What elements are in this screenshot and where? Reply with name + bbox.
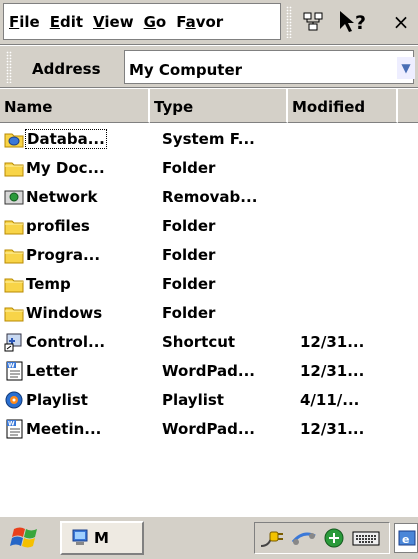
- file-row[interactable]: Control... Shortcut 12/31...: [0, 327, 418, 356]
- file-name: Playlist: [26, 390, 88, 409]
- file-row[interactable]: My Doc... Folder: [0, 153, 418, 182]
- file-row[interactable]: Databa... System F...: [0, 124, 418, 153]
- help-icon[interactable]: ?: [334, 7, 374, 37]
- column-header-modified[interactable]: Modified: [288, 89, 398, 123]
- file-row[interactable]: profiles Folder: [0, 211, 418, 240]
- file-type-cell: Shortcut: [162, 332, 236, 351]
- folder-icon: [4, 245, 24, 265]
- file-name: profiles: [26, 216, 90, 235]
- address-input[interactable]: My Computer ▼: [124, 50, 415, 84]
- windows-logo-icon: [10, 527, 37, 548]
- file-row[interactable]: Temp Folder: [0, 269, 418, 298]
- folder-icon: [4, 303, 24, 323]
- file-name-cell: Control...: [0, 332, 150, 352]
- toolbar-grip[interactable]: [286, 6, 292, 38]
- file-row[interactable]: W Meetin... WordPad... 12/31...: [0, 414, 418, 443]
- taskbar: M e: [0, 515, 418, 559]
- folder-icon: [4, 274, 24, 294]
- file-type-cell: Folder: [162, 216, 216, 235]
- menu-file[interactable]: File: [4, 13, 45, 31]
- menu-go[interactable]: Go: [139, 13, 172, 31]
- file-type-cell: Removab...: [162, 187, 258, 206]
- sync-icon[interactable]: [321, 526, 347, 550]
- file-name-cell: Windows: [0, 303, 150, 323]
- column-header-row: Name Type Modified: [0, 89, 418, 123]
- folder-icon: [4, 158, 24, 178]
- power-plug-icon[interactable]: [259, 526, 287, 550]
- menu-edit[interactable]: Edit: [45, 13, 88, 31]
- svg-text:?: ?: [355, 12, 366, 34]
- file-name: Meetin...: [26, 419, 102, 438]
- file-type-cell: Folder: [162, 303, 216, 322]
- file-name: Network: [26, 187, 98, 206]
- column-header-type[interactable]: Type: [150, 89, 288, 123]
- file-type-cell: Folder: [162, 245, 216, 264]
- my-computer-icon: [72, 529, 88, 545]
- taskbar-window-button[interactable]: M: [60, 521, 144, 555]
- file-type-cell: WordPad...: [162, 419, 255, 438]
- svg-text:W: W: [8, 420, 15, 427]
- address-label: Address: [32, 60, 101, 78]
- menu-list: File Edit View Go Favor: [3, 3, 281, 40]
- address-bar: Address My Computer ▼: [0, 46, 418, 88]
- taskbar-window-label: M: [94, 529, 109, 547]
- file-name-cell: Network: [0, 187, 150, 207]
- file-name-cell: W Meetin...: [0, 419, 150, 439]
- network-drive-icon: [4, 187, 24, 207]
- file-row[interactable]: Playlist Playlist 4/11/...: [0, 385, 418, 414]
- file-list: Databa... System F... My Doc... Folder Netwo…: [0, 124, 418, 443]
- file-row[interactable]: Progra... Folder: [0, 240, 418, 269]
- menu-bar: File Edit View Go Favor ? ×: [0, 0, 418, 45]
- file-name: Letter: [26, 361, 78, 380]
- svg-text:W: W: [8, 362, 15, 369]
- column-header-filler: [398, 89, 418, 123]
- file-name: Temp: [26, 274, 71, 293]
- file-name-cell: profiles: [0, 216, 150, 236]
- close-button[interactable]: ×: [384, 7, 418, 37]
- wordpad-document-icon: W: [4, 361, 24, 381]
- network-icon[interactable]: [296, 7, 330, 37]
- file-name-cell: My Doc...: [0, 158, 150, 178]
- file-type-cell: Playlist: [162, 390, 224, 409]
- file-row[interactable]: W Letter WordPad... 12/31...: [0, 356, 418, 385]
- start-button[interactable]: [4, 522, 50, 554]
- file-row[interactable]: Windows Folder: [0, 298, 418, 327]
- file-modified-cell: 12/31...: [300, 419, 365, 438]
- folder-icon: [4, 216, 24, 236]
- file-name-cell: Databa...: [0, 128, 150, 149]
- database-folder-icon: [4, 129, 24, 149]
- svg-text:e: e: [402, 533, 409, 546]
- file-name-cell: Progra...: [0, 245, 150, 265]
- desktop-icon[interactable]: e: [394, 523, 418, 553]
- file-modified-cell: 4/11/...: [300, 390, 360, 409]
- file-name: Progra...: [26, 245, 101, 264]
- file-modified-cell: 12/31...: [300, 361, 365, 380]
- connectivity-icon[interactable]: [291, 526, 317, 550]
- system-tray: [254, 522, 390, 554]
- chevron-down-icon[interactable]: ▼: [397, 57, 415, 79]
- file-name: My Doc...: [26, 158, 105, 177]
- column-header-name[interactable]: Name: [0, 89, 150, 123]
- menu-favorites[interactable]: Favor: [171, 13, 228, 31]
- file-name-cell: Playlist: [0, 390, 150, 410]
- file-type-cell: WordPad...: [162, 361, 255, 380]
- file-name: Databa...: [25, 128, 107, 149]
- addressbar-grip[interactable]: [6, 51, 12, 83]
- wordpad-document-icon: W: [4, 419, 24, 439]
- file-type-cell: Folder: [162, 274, 216, 293]
- playlist-icon: [4, 390, 24, 410]
- file-name-cell: W Letter: [0, 361, 150, 381]
- address-value: My Computer: [129, 61, 243, 79]
- keyboard-icon[interactable]: [351, 526, 381, 550]
- file-row[interactable]: Network Removab...: [0, 182, 418, 211]
- file-name: Control...: [26, 332, 106, 351]
- menu-view[interactable]: View: [88, 13, 139, 31]
- file-name-cell: Temp: [0, 274, 150, 294]
- file-type-cell: System F...: [162, 129, 255, 148]
- file-name: Windows: [26, 303, 103, 322]
- file-type-cell: Folder: [162, 158, 216, 177]
- shortcut-icon: [4, 332, 24, 352]
- file-modified-cell: 12/31...: [300, 332, 365, 351]
